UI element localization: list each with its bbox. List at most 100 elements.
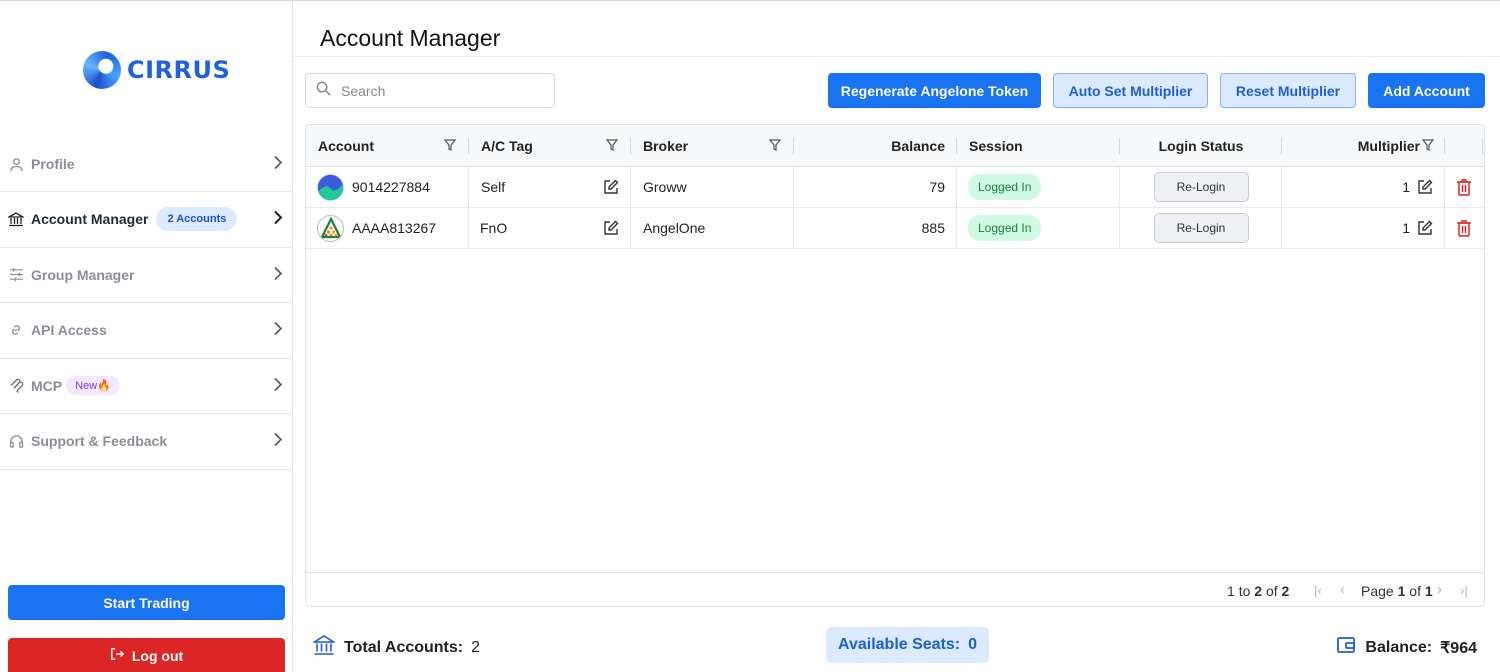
sidebar-nav: Profile Account Manager 2 Accounts Group… bbox=[0, 137, 292, 470]
edit-tag-icon[interactable] bbox=[603, 167, 619, 207]
regenerate-angelone-token-button[interactable]: Regenerate Angelone Token bbox=[828, 73, 1041, 108]
sidebar-item-support-feedback[interactable]: Support & Feedback bbox=[0, 414, 292, 470]
session-cell: Logged In bbox=[968, 208, 1042, 248]
next-page-icon[interactable]: › bbox=[1437, 581, 1442, 598]
page-title: Account Manager bbox=[320, 25, 501, 51]
filter-icon[interactable] bbox=[444, 139, 456, 151]
session-cell: Logged In bbox=[968, 167, 1042, 207]
column-separator[interactable] bbox=[1482, 138, 1483, 154]
search-box[interactable] bbox=[305, 73, 555, 108]
sidebar-item-label: Account Manager bbox=[31, 211, 149, 228]
filter-icon[interactable] bbox=[1422, 139, 1434, 151]
filter-icon[interactable] bbox=[769, 139, 781, 151]
balance-label: Balance: bbox=[1365, 638, 1433, 656]
mcp-icon bbox=[8, 378, 24, 394]
account-id: 9014227884 bbox=[352, 179, 430, 195]
auto-set-multiplier-button[interactable]: Auto Set Multiplier bbox=[1053, 73, 1208, 108]
chevron-right-icon bbox=[273, 264, 283, 285]
search-icon bbox=[316, 81, 331, 101]
edit-tag-icon[interactable] bbox=[603, 208, 619, 248]
start-trading-button[interactable]: Start Trading bbox=[8, 585, 285, 620]
column-separator[interactable] bbox=[956, 138, 957, 154]
logout-button[interactable]: Log out bbox=[8, 638, 285, 672]
wallet-icon bbox=[1336, 635, 1356, 660]
tag-cell: FnO bbox=[480, 220, 508, 236]
available-seats-value: 0 bbox=[968, 636, 978, 653]
column-header-ac-tag[interactable]: A/C Tag bbox=[481, 125, 533, 167]
chevron-right-icon bbox=[273, 431, 283, 452]
range-to-label: to bbox=[1238, 583, 1251, 599]
balance-cell: 885 bbox=[921, 220, 945, 236]
prev-page-icon[interactable]: ‹ bbox=[1340, 581, 1345, 598]
column-header-account[interactable]: Account bbox=[318, 125, 374, 167]
table-row[interactable]: AAAA813267 FnO AngelOne 885 Logged In Re… bbox=[306, 208, 1484, 249]
column-separator[interactable] bbox=[468, 138, 469, 154]
table-row[interactable]: 9014227884 Self Groww 79 Logged In Re-Lo… bbox=[306, 167, 1484, 208]
groww-logo-icon bbox=[317, 173, 344, 201]
add-account-button[interactable]: Add Account bbox=[1368, 73, 1485, 108]
logo: CIRRUS bbox=[83, 51, 230, 89]
cell-divider bbox=[956, 167, 957, 207]
row-count: 1 to 2 of 2 bbox=[1227, 583, 1289, 599]
bank-icon bbox=[8, 211, 24, 227]
range-from: 1 bbox=[1227, 583, 1235, 599]
column-header-broker[interactable]: Broker bbox=[643, 125, 688, 167]
sidebar-item-label: Support & Feedback bbox=[31, 433, 168, 450]
sidebar-item-api-access[interactable]: API Access bbox=[0, 303, 292, 359]
delete-icon[interactable] bbox=[1456, 208, 1472, 248]
total-accounts-value: 2 bbox=[471, 638, 481, 656]
reset-multiplier-button[interactable]: Reset Multiplier bbox=[1220, 73, 1356, 108]
cell-divider bbox=[468, 208, 469, 248]
edit-multiplier-icon[interactable] bbox=[1417, 208, 1433, 248]
range-to: 2 bbox=[1254, 583, 1263, 599]
edit-multiplier-icon[interactable] bbox=[1417, 167, 1433, 207]
angelone-logo-icon bbox=[317, 214, 344, 242]
balance-cell: 79 bbox=[929, 179, 945, 195]
last-page-icon[interactable]: ›| bbox=[1460, 583, 1468, 598]
cirrus-logo-icon bbox=[83, 51, 121, 89]
column-header-login-status[interactable]: Login Status bbox=[1120, 125, 1282, 167]
chevron-right-icon bbox=[273, 320, 283, 341]
sidebar-item-profile[interactable]: Profile bbox=[0, 137, 292, 192]
first-page-icon[interactable]: |‹ bbox=[1314, 583, 1322, 598]
accounts-table: Account A/C Tag Broker Balance Session L… bbox=[305, 124, 1485, 607]
tag-cell: Self bbox=[481, 179, 506, 195]
cell-divider bbox=[468, 167, 469, 207]
status-badge: Logged In bbox=[968, 174, 1042, 200]
app-window: CIRRUS Profile Account Manager 2 Account… bbox=[0, 0, 1500, 672]
column-header-session[interactable]: Session bbox=[969, 125, 1023, 167]
balance-value: ₹964 bbox=[1440, 639, 1477, 657]
sidebar-item-mcp[interactable]: MCP New🔥 bbox=[0, 359, 292, 414]
logout-icon bbox=[110, 647, 124, 664]
sidebar-item-account-manager[interactable]: Account Manager 2 Accounts bbox=[0, 192, 292, 248]
cell-divider bbox=[630, 208, 631, 248]
new-badge: New🔥 bbox=[66, 376, 120, 396]
cell-divider bbox=[1444, 208, 1445, 248]
column-header-multiplier[interactable]: Multiplier bbox=[1282, 125, 1420, 167]
account-id: AAAA813267 bbox=[352, 220, 437, 236]
broker-cell: Groww bbox=[643, 179, 687, 195]
link-icon bbox=[8, 322, 24, 338]
login-status-cell: Re-Login bbox=[1120, 208, 1282, 248]
sidebar-item-group-manager[interactable]: Group Manager bbox=[0, 248, 292, 303]
multiplier-cell: 1 bbox=[1402, 220, 1410, 236]
broker-cell: AngelOne bbox=[643, 220, 706, 236]
chevron-right-icon bbox=[273, 375, 283, 396]
cell-divider bbox=[630, 167, 631, 207]
column-separator[interactable] bbox=[630, 138, 631, 154]
current-page: 1 bbox=[1397, 583, 1406, 599]
delete-icon[interactable] bbox=[1456, 167, 1472, 207]
cell-divider bbox=[956, 208, 957, 248]
sidebar-item-label: API Access bbox=[31, 322, 107, 339]
column-header-balance[interactable]: Balance bbox=[794, 125, 945, 167]
relogin-button[interactable]: Re-Login bbox=[1153, 213, 1249, 243]
page-label: Page bbox=[1361, 583, 1394, 599]
relogin-button[interactable]: Re-Login bbox=[1153, 172, 1249, 202]
status-badge: Logged In bbox=[968, 215, 1042, 241]
filter-icon[interactable] bbox=[606, 139, 618, 151]
total-accounts: Total Accounts: 2 bbox=[311, 634, 481, 661]
range-of-label: of bbox=[1265, 583, 1278, 599]
column-separator[interactable] bbox=[1444, 138, 1445, 154]
total-accounts-label: Total Accounts: bbox=[344, 638, 464, 656]
search-input[interactable] bbox=[341, 82, 531, 99]
